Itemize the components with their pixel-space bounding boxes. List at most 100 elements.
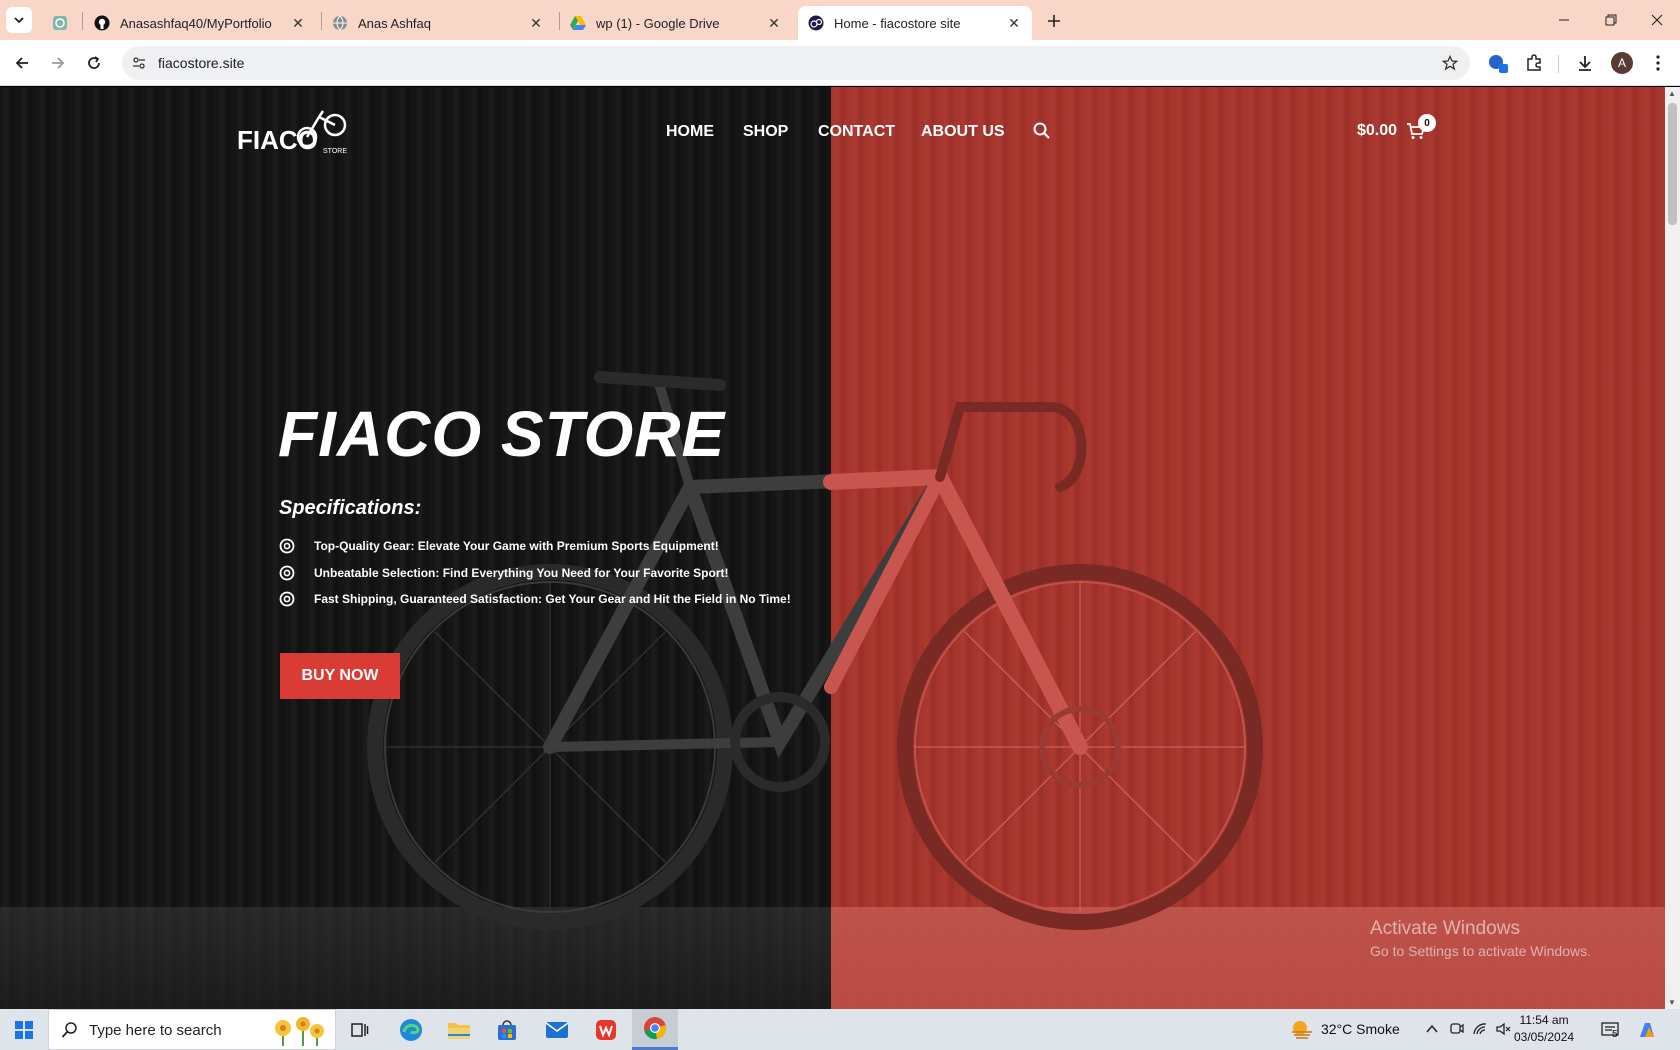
- wifi-icon[interactable]: [1472, 1021, 1488, 1037]
- page-scrollbar[interactable]: ▲ ▼: [1665, 87, 1680, 1009]
- cart-count-badge: 0: [1418, 114, 1436, 132]
- tab-portfolio[interactable]: Anas Ashfaq ✕: [322, 6, 554, 40]
- target-bullet-icon: [279, 591, 295, 607]
- taskbar-file-explorer[interactable]: [436, 1009, 482, 1050]
- address-bar[interactable]: fiacostore.site: [122, 46, 1470, 80]
- chevron-up-icon[interactable]: [1425, 1023, 1439, 1035]
- bookmark-star-icon[interactable]: [1440, 53, 1460, 73]
- clock[interactable]: 11:54 am 03/05/2024: [1514, 1012, 1574, 1046]
- nav-home[interactable]: HOME: [666, 123, 714, 141]
- close-icon[interactable]: ✕: [1006, 15, 1022, 31]
- github-icon: [94, 15, 110, 31]
- spec-item: Fast Shipping, Guaranteed Satisfaction: …: [279, 591, 791, 607]
- taskbar-wps[interactable]: [583, 1009, 629, 1050]
- nav-about-us[interactable]: ABOUT US: [921, 123, 1005, 141]
- search-icon: [61, 1022, 77, 1038]
- search-placeholder: Type here to search: [89, 1022, 222, 1039]
- wps-office-icon: [596, 1019, 616, 1040]
- menu-kebab-icon[interactable]: [1646, 51, 1670, 75]
- site-icon: [808, 15, 824, 31]
- close-icon[interactable]: ✕: [766, 15, 782, 31]
- scroll-thumb[interactable]: [1668, 103, 1677, 225]
- reload-button[interactable]: [80, 49, 108, 77]
- hero-title: FIACO STORE: [278, 398, 726, 470]
- profile-avatar[interactable]: A: [1611, 52, 1633, 74]
- scroll-down-arrow-icon[interactable]: ▼: [1668, 998, 1676, 1007]
- speaker-muted-icon[interactable]: [1495, 1021, 1511, 1037]
- tab-chatgpt[interactable]: [42, 6, 82, 40]
- logo-sub: STORE: [323, 148, 347, 155]
- scroll-up-arrow-icon[interactable]: ▲: [1668, 89, 1676, 98]
- copilot-extension-icon[interactable]: [1486, 51, 1510, 75]
- tab-search-button[interactable]: [6, 7, 32, 33]
- logo-text: FIACO: [237, 125, 318, 155]
- weather-sun-haze-icon: [1292, 1021, 1312, 1039]
- extensions-puzzle-icon[interactable]: [1522, 51, 1546, 75]
- tab-title: Home - fiacostore site: [834, 15, 961, 31]
- clock-time: 11:54 am: [1519, 1013, 1569, 1027]
- spec-text: Fast Shipping, Guaranteed Satisfaction: …: [314, 592, 791, 606]
- task-view-icon: [351, 1022, 369, 1037]
- back-button[interactable]: [8, 49, 36, 77]
- url-text[interactable]: fiacostore.site: [158, 55, 244, 71]
- nav-shop[interactable]: SHOP: [743, 123, 788, 141]
- spec-item: Unbeatable Selection: Find Everything Yo…: [279, 565, 729, 581]
- nav-contact[interactable]: CONTACT: [818, 123, 895, 141]
- taskbar-edge[interactable]: [388, 1009, 434, 1050]
- tab-fiacostore[interactable]: Home - fiacostore site ✕: [798, 6, 1032, 40]
- target-bullet-icon: [279, 565, 295, 581]
- spec-item: Top-Quality Gear: Elevate Your Game with…: [279, 538, 719, 554]
- back-arrow-icon: [15, 57, 28, 69]
- site-logo[interactable]: FIACO STORE: [235, 103, 355, 163]
- tab-github[interactable]: Anasashfaq40/MyPortfolio ✕: [84, 6, 316, 40]
- flowers-icon: [275, 1017, 324, 1046]
- taskbar-search-box[interactable]: Type here to search: [48, 1009, 336, 1050]
- site-settings-icon[interactable]: [130, 54, 148, 72]
- folder-icon: [448, 1022, 470, 1039]
- forward-button[interactable]: [44, 49, 72, 77]
- spec-text: Unbeatable Selection: Find Everything Yo…: [314, 566, 729, 580]
- store-bag-icon: [498, 1019, 516, 1040]
- close-window-button[interactable]: [1634, 0, 1680, 40]
- buy-now-button[interactable]: BUY NOW: [280, 653, 400, 699]
- new-tab-button[interactable]: [1041, 8, 1067, 34]
- cart-total[interactable]: $0.00: [1357, 122, 1397, 140]
- download-icon[interactable]: [1573, 51, 1597, 75]
- reload-icon: [88, 56, 100, 69]
- specifications-heading: Specifications:: [279, 497, 422, 519]
- minimize-button[interactable]: [1541, 0, 1587, 40]
- tab-title: wp (1) - Google Drive: [596, 15, 720, 31]
- chrome-icon: [644, 1017, 666, 1040]
- tab-separator: [82, 12, 83, 30]
- tab-title: Anas Ashfaq: [358, 15, 431, 31]
- close-icon[interactable]: ✕: [290, 15, 306, 31]
- restore-button[interactable]: [1588, 0, 1634, 40]
- start-button[interactable]: [0, 1009, 48, 1050]
- tab-title: Anasashfaq40/MyPortfolio: [120, 15, 272, 31]
- meet-now-icon[interactable]: [1449, 1021, 1465, 1037]
- taskbar-mail[interactable]: [534, 1009, 580, 1050]
- mail-icon: [545, 1021, 569, 1038]
- activate-windows-subtitle: Go to Settings to activate Windows.: [1370, 943, 1591, 959]
- browser-toolbar: fiacostore.site A: [0, 40, 1680, 86]
- tab-strip: Anasashfaq40/MyPortfolio ✕ Anas Ashfaq ✕…: [0, 0, 1680, 40]
- taskbar-store[interactable]: [484, 1009, 530, 1050]
- notification-count: 5: [1612, 1029, 1618, 1040]
- globe-icon: [332, 15, 348, 31]
- copilot-taskbar-icon[interactable]: [1636, 1019, 1658, 1041]
- plus-icon: [1048, 15, 1060, 27]
- chatgpt-icon: [52, 15, 68, 31]
- tab-google-drive[interactable]: wp (1) - Google Drive ✕: [560, 6, 792, 40]
- spec-text: Top-Quality Gear: Elevate Your Game with…: [314, 539, 719, 553]
- task-view-button[interactable]: [336, 1009, 382, 1050]
- target-bullet-icon: [279, 538, 295, 554]
- search-icon[interactable]: [1032, 121, 1052, 141]
- restore-icon: [1605, 14, 1617, 26]
- taskbar-chrome[interactable]: [632, 1009, 678, 1050]
- toolbar-separator: [1558, 55, 1559, 73]
- windows-logo-icon: [15, 1020, 33, 1039]
- forward-arrow-icon: [52, 57, 65, 69]
- close-icon[interactable]: ✕: [528, 15, 544, 31]
- weather-text[interactable]: 32°C Smoke: [1321, 1021, 1400, 1037]
- windows-taskbar: Type here to search 32°C Smoke 11:54 am …: [0, 1009, 1680, 1050]
